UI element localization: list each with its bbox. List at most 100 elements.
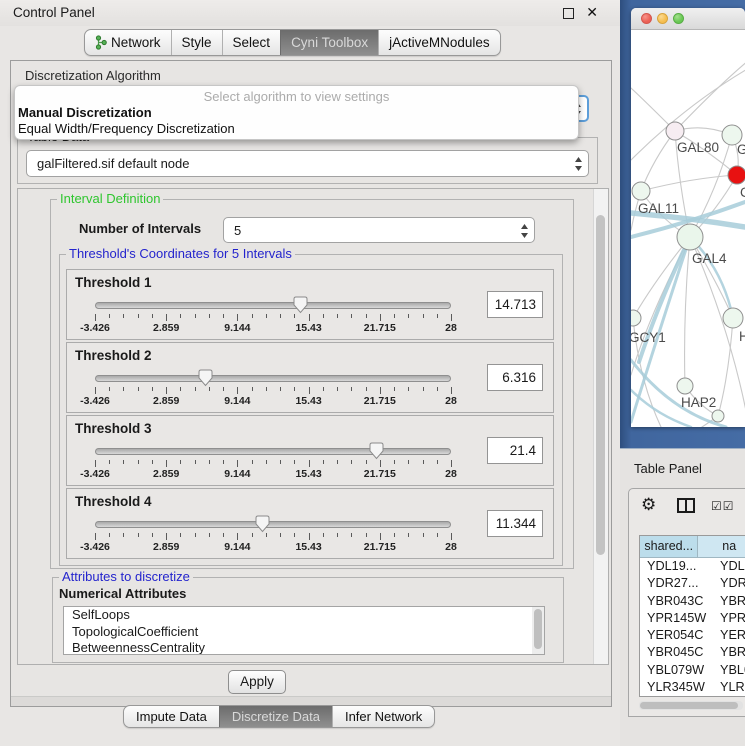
table-cell-shared-name: YLR345W [640,679,711,696]
table-row[interactable]: YDL19...YDL1 [640,558,745,575]
number-of-intervals-label: Number of Intervals [79,221,201,236]
threshold-value-field[interactable]: 14.713 [487,291,543,318]
tab-label: Select [233,30,271,55]
svg-text:GAL11: GAL11 [638,201,679,216]
dropdown-placeholder-item[interactable]: Select algorithm to view settings [15,86,578,105]
dropdown-items: Manual DiscretizationEqual Width/Frequen… [15,105,578,137]
dropdown-item-equal-width-frequency-discretization[interactable]: Equal Width/Frequency Discretization [15,121,578,137]
threshold-label: Threshold 3 [75,421,152,436]
table-panel-title: Table Panel [634,461,702,476]
table-cell-shared-name: YPR145W [640,610,711,627]
threshold-value-field[interactable]: 21.4 [487,437,543,464]
combo-arrows-icon [520,222,529,243]
threshold-slider-thumb[interactable] [292,296,309,314]
tab-select[interactable]: Select [222,30,281,55]
checkbox-icons[interactable]: ☑☑ [711,499,735,513]
table-row[interactable]: YPR145WYPR1 [640,610,745,627]
scrollbar-thumb[interactable] [596,215,605,555]
tab-network[interactable]: Network [85,30,171,55]
cyni-mode-tabs: Impute Data Discretize Data Infer Network [123,705,435,728]
tab-infer-network[interactable]: Infer Network [332,706,434,727]
slider-tick-labels: -3.4262.8599.14415.4321.71528 [95,395,451,407]
tab-jactivemnodules[interactable]: jActiveMNodules [378,30,500,55]
gear-icon[interactable]: ⚙ [641,495,656,515]
float-window-icon[interactable] [563,8,574,19]
tab-cyni-toolbox[interactable]: Cyni Toolbox [280,30,378,55]
attributes-list-scrollbar[interactable] [532,607,544,654]
network-window-frame: GAL80GACGAL11GAL4GCY1HHAP2 [620,0,745,448]
threshold-value-field[interactable]: 6.316 [487,364,543,391]
threshold-slider-track[interactable] [95,521,451,528]
number-of-intervals-combobox[interactable]: 5 [223,217,535,243]
attribute-item-betweennesscentrality[interactable]: BetweennessCentrality [64,640,544,655]
table-cell-name: YBR0 [711,593,745,610]
tab-style[interactable]: Style [171,30,222,55]
algorithm-group-title: Discretization Algorithm [25,68,161,83]
svg-text:HAP2: HAP2 [681,395,716,410]
table-cell-shared-name: YBR043C [640,593,711,610]
threshold-panel-4: Threshold 4-3.4262.8599.14415.4321.71528… [66,488,554,559]
table-header-shared-name[interactable]: shared... [640,536,698,557]
table-rows: YDL19...YDL1YDR27...YDR2YBR043CYBR0YPR14… [640,558,745,697]
svg-text:H: H [739,329,745,344]
tab-label: Discretize Data [232,706,320,727]
tab-label: Infer Network [345,706,422,727]
table-header-name[interactable]: na [698,536,745,557]
node-table[interactable]: shared... na YDL19...YDL1YDR27...YDR2YBR… [639,535,745,697]
control-panel-body: Discretization Algorithm Select algorith… [10,60,612,707]
svg-text:GA: GA [737,142,745,157]
svg-text:C: C [740,185,745,200]
table-cell-shared-name: YDL19... [640,558,711,575]
threshold-slider-track[interactable] [95,448,451,455]
table-row[interactable]: YDR27...YDR2 [640,575,745,592]
scrollbar-thumb[interactable] [640,702,738,709]
split-view-icon[interactable] [677,498,695,516]
table-header-row: shared... na [640,536,745,558]
zoom-traffic-light-icon[interactable] [673,13,684,24]
table-row[interactable]: YLR345WYLR3 [640,679,745,696]
tab-label: jActiveMNodules [389,30,490,55]
threshold-value-field[interactable]: 11.344 [487,510,543,537]
control-panel-tabs: Network Style Select Cyni Toolbox jActiveMNo… [84,29,501,56]
table-row[interactable]: YIL052CYIL0 [640,696,745,697]
threshold-label: Threshold 4 [75,494,152,509]
tab-label: Network [111,30,161,55]
threshold-label: Threshold 1 [75,275,152,290]
control-panel-title: Control Panel [13,5,95,20]
minimize-traffic-light-icon[interactable] [657,13,668,24]
table-cell-name: YIL0 [711,696,745,697]
table-cell-name: YPR1 [711,610,745,627]
table-row[interactable]: YBR043CYBR0 [640,593,745,610]
tab-discretize-data[interactable]: Discretize Data [219,706,332,727]
number-of-intervals-value: 5 [234,223,241,238]
table-row[interactable]: YBL079WYBL0 [640,662,745,679]
threshold-panel-3: Threshold 3 -3.4262.8599.14415.4321.71528… [66,415,554,486]
attribute-item-selfloops[interactable]: SelfLoops [64,607,544,624]
table-panel-section: Table Panel ⚙ ☑☑ shared... na YDL19...YD… [620,448,745,746]
table-data-value: galFiltered.sif default node [37,156,189,171]
attributes-group: Attributes to discretize Numerical Attri… [52,577,564,663]
threshold-slider-track[interactable] [95,375,451,382]
slider-ticks [95,533,451,541]
threshold-slider-track[interactable] [95,302,451,309]
close-traffic-light-icon[interactable] [641,13,652,24]
slider-tick-labels: -3.4262.8599.14415.4321.71528 [95,468,451,480]
svg-text:GCY1: GCY1 [631,330,666,345]
scrollbar-thumb[interactable] [534,609,542,649]
threshold-slider-thumb[interactable] [368,442,385,460]
tab-impute-data[interactable]: Impute Data [124,706,219,727]
attribute-item-topologicalcoefficient[interactable]: TopologicalCoefficient [64,624,544,641]
table-data-combobox[interactable]: galFiltered.sif default node [26,150,589,177]
numerical-attributes-list[interactable]: SelfLoopsTopologicalCoefficientBetweenne… [63,606,545,655]
settings-vertical-scrollbar[interactable] [593,189,608,664]
close-icon[interactable]: ✕ [586,4,598,21]
control-panel-titlebar: Control Panel ✕ [0,0,620,26]
apply-button[interactable]: Apply [228,670,286,694]
network-canvas[interactable]: GAL80GACGAL11GAL4GCY1HHAP2 [631,30,745,427]
threshold-slider-thumb[interactable] [254,515,271,533]
threshold-slider-thumb[interactable] [197,369,214,387]
table-horizontal-scrollbar[interactable] [639,701,743,710]
table-row[interactable]: YBR045CYBR0 [640,644,745,661]
table-row[interactable]: YER054CYER0 [640,627,745,644]
dropdown-item-manual-discretization[interactable]: Manual Discretization [15,105,578,121]
